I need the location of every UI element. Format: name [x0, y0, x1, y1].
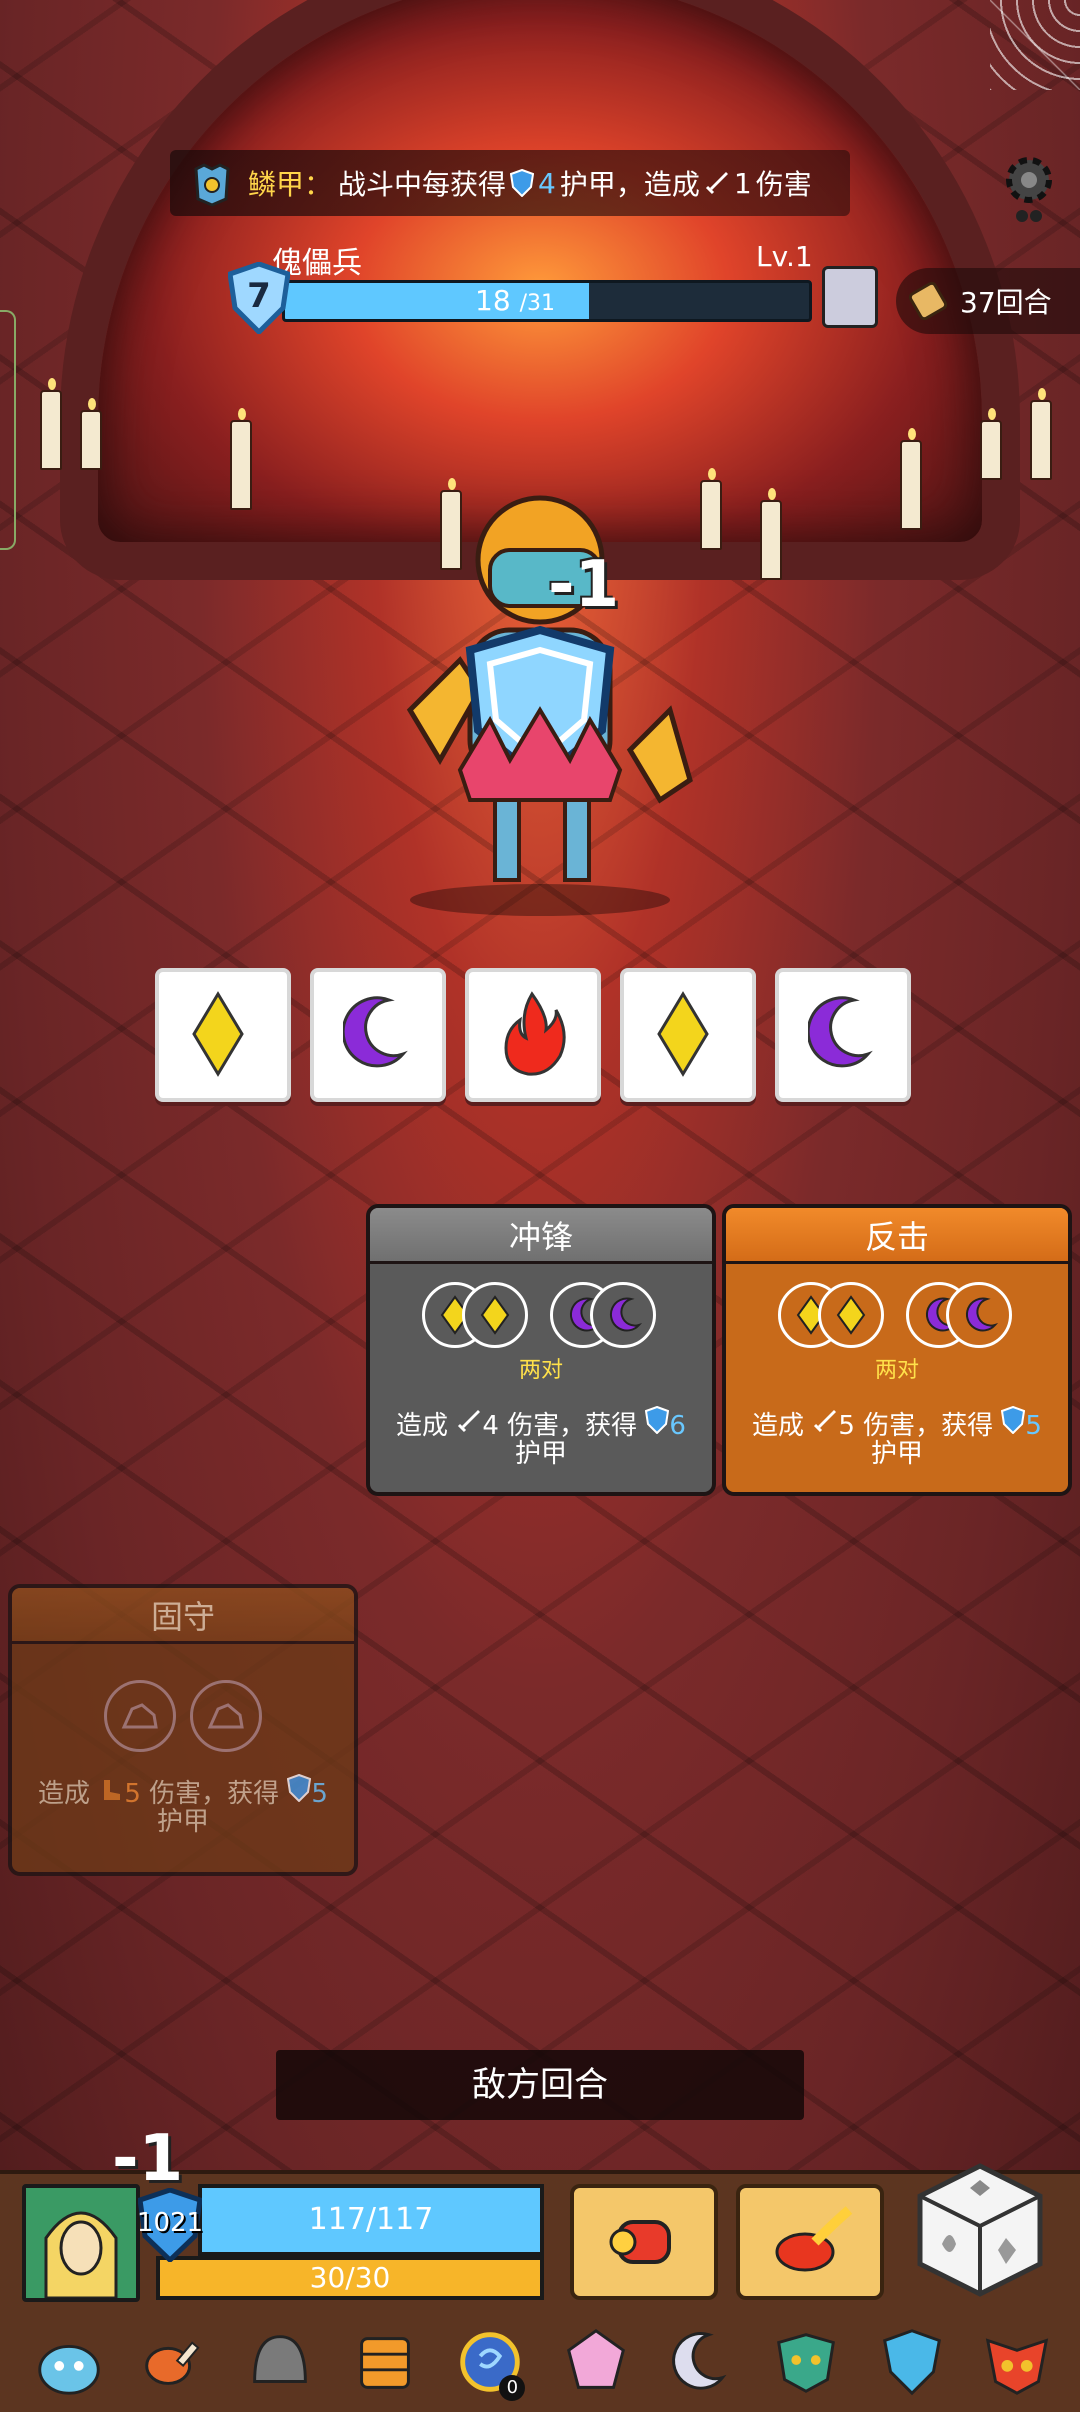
relic-banner: 鳞甲： 战斗中每获得 4 护甲，造成 1 伤害: [170, 150, 850, 216]
moon-icon: [808, 996, 873, 1068]
player-armor-value: 1021: [136, 2208, 204, 2238]
blue-shield-icon: [882, 2329, 941, 2396]
inventory-item[interactable]: [871, 2323, 953, 2401]
enemy-armor-value: 7: [247, 276, 271, 316]
rolled-die-diamond[interactable]: [620, 968, 756, 1102]
roll-dice-button[interactable]: [912, 2160, 1048, 2300]
meat-icon: [145, 2341, 200, 2385]
armor-icon: [1001, 1406, 1026, 1434]
moon-icon: [609, 1297, 643, 1332]
tribal-mask-icon: [985, 2338, 1049, 2395]
scroll-icon: [908, 281, 948, 321]
diamond-pair: [422, 1282, 532, 1348]
fire-splash-icon: [775, 2206, 853, 2272]
player-armor-badge: 1021: [137, 2187, 203, 2264]
rolled-die-flame[interactable]: [465, 968, 601, 1102]
fist-icon: [609, 2220, 671, 2264]
rock-slot-icon: [104, 1680, 176, 1752]
skill-card-guard[interactable]: 固守 造成 5 伤害，获得 5 护甲: [8, 1584, 358, 1876]
dice-requirement: [22, 1680, 344, 1752]
inventory-item[interactable]: [976, 2323, 1058, 2401]
combo-label: 两对: [518, 1358, 563, 1383]
fist-skill-button[interactable]: [570, 2184, 718, 2300]
rolled-dice-row: [155, 968, 911, 1102]
boot-icon: [104, 1780, 121, 1800]
diamond-icon: [836, 1295, 866, 1335]
dice-requirement: [736, 1282, 1058, 1348]
enemy-level: Lv.1: [756, 240, 813, 273]
diamond-icon: [657, 991, 709, 1077]
enemy-turn-banner: 敌方回合: [276, 2050, 804, 2120]
inventory-item[interactable]: [765, 2323, 847, 2401]
moon-icon: [965, 1297, 999, 1332]
armor-icon: [287, 1774, 312, 1802]
enemy-armor-badge: 7: [227, 261, 291, 336]
sword-icon: [458, 1410, 481, 1433]
relic-inventory-bar: 0: [28, 2322, 1058, 2402]
dice-requirement: [380, 1282, 702, 1348]
relic-name: 鳞甲：: [248, 168, 333, 201]
armor-icon: [510, 169, 535, 197]
slime-icon: [38, 2344, 100, 2395]
sword-icon: [814, 1410, 837, 1433]
armor-icon: [645, 1406, 670, 1434]
helmet-icon: [252, 2335, 307, 2383]
skill-card-charge[interactable]: 冲锋 两对 造成 4 伤害，获得 6 护甲: [366, 1204, 716, 1496]
skill-effect: 造成 5 伤害，获得 5 护甲: [736, 1406, 1058, 1468]
flame-icon: [504, 991, 566, 1076]
fire-skill-button[interactable]: [736, 2184, 884, 2300]
player-damage-float: -1: [112, 2122, 184, 2196]
scale-armor-icon: [194, 163, 230, 207]
diamond-icon: [192, 991, 244, 1077]
cobweb-decoration: [990, 0, 1080, 90]
inventory-item[interactable]: [555, 2323, 637, 2401]
sword-icon: [705, 172, 728, 195]
player-avatar[interactable]: [22, 2184, 140, 2302]
crystal-die-icon: [566, 2329, 625, 2389]
enemy-damage-float: -1: [548, 548, 620, 622]
skill-effect: 造成 4 伤害，获得 6 护甲: [380, 1406, 702, 1468]
inventory-item[interactable]: [28, 2323, 110, 2401]
rolled-die-diamond[interactable]: [155, 968, 291, 1102]
combo-label: 两对: [874, 1358, 919, 1383]
hero-portrait-icon: [44, 2211, 118, 2298]
moon-pair: [550, 1282, 660, 1348]
skill-title: 冲锋: [370, 1208, 712, 1264]
inventory-item[interactable]: 0: [449, 2323, 531, 2401]
inventory-item[interactable]: [344, 2323, 426, 2401]
moon-icon: [343, 996, 408, 1068]
skill-effect: 造成 5 伤害，获得 5 护甲: [22, 1774, 344, 1836]
rolled-die-moon[interactable]: [310, 968, 446, 1102]
relic-description: 战斗中每获得 4 护甲，造成 1 伤害: [338, 166, 812, 202]
side-drawer-handle[interactable]: [0, 310, 16, 550]
round-counter: 37回合: [896, 268, 1080, 334]
moon-star-icon: [672, 2332, 727, 2390]
moon-pair: [906, 1282, 1016, 1348]
bestiary-book-icon[interactable]: [822, 266, 878, 328]
skill-card-counter[interactable]: 反击 两对 造成 5 伤害，获得 5 护甲: [722, 1204, 1072, 1496]
player-hp-bar: 117/117: [198, 2184, 544, 2256]
skill-title: 固守: [12, 1588, 354, 1644]
rock-slot-icon: [190, 1680, 262, 1752]
totem-icon: [360, 2337, 410, 2389]
skill-title: 反击: [726, 1208, 1068, 1264]
player-energy-bar: 30/30: [156, 2256, 544, 2300]
diamond-pair: [778, 1282, 888, 1348]
demon-mask-icon: [777, 2333, 836, 2393]
inventory-item[interactable]: [660, 2323, 742, 2401]
inventory-item[interactable]: [239, 2323, 321, 2401]
diamond-icon: [480, 1295, 510, 1335]
settings-gear-icon[interactable]: [998, 150, 1060, 230]
enemy-hp-text: 18 /31: [475, 284, 555, 317]
inventory-item[interactable]: [133, 2323, 215, 2401]
puppet-soldier-enemy[interactable]: [340, 480, 740, 920]
rolled-die-moon[interactable]: [775, 968, 911, 1102]
